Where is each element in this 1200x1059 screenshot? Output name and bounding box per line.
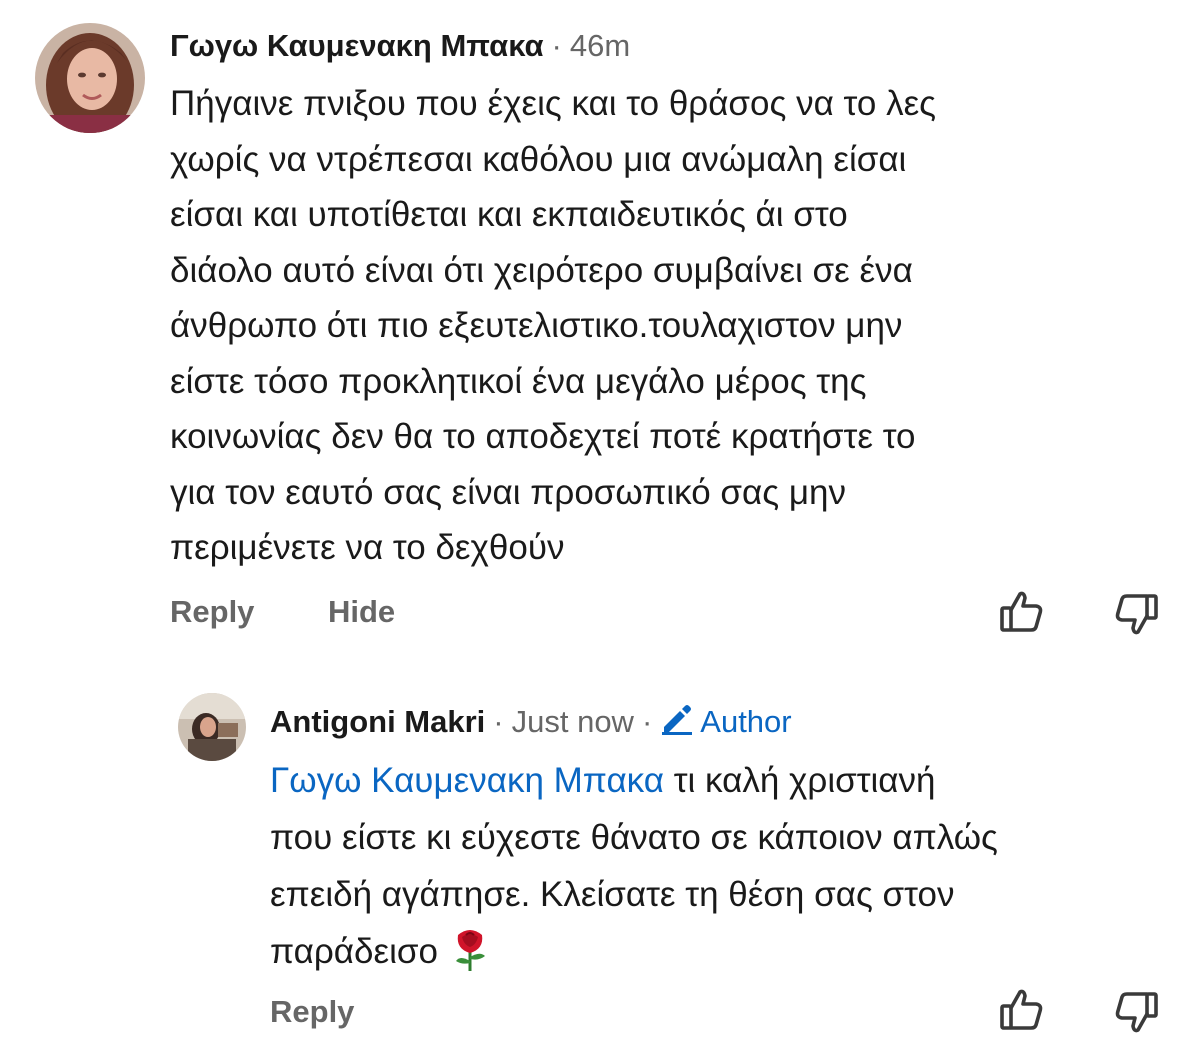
author-name[interactable]: Antigoni Makri [270,704,485,740]
comment-line: Πήγαινε πνιξου που έχεις και το θράσος ν… [170,84,937,123]
thumbs-up-icon[interactable] [998,590,1046,634]
reply-button[interactable]: Reply [170,594,254,630]
reply-text: παράδεισο [270,932,448,971]
separator-dot: · [493,704,504,739]
reply-button[interactable]: Reply [270,994,354,1030]
avatar[interactable] [178,693,246,761]
hide-button[interactable]: Hide [328,594,395,630]
comment-line: κοινωνίας δεν θα το αποδεχτεί ποτέ κρατή… [170,417,916,456]
comment-line: άνθρωπο ότι πιο εξευτελιστικο.τουλαχιστο… [170,306,903,345]
comment-line: διάολο αυτό είναι ότι χειρότερο συμβαίνε… [170,250,913,290]
mention-link[interactable]: Γωγω Καυμενακη Μπακα [270,761,664,800]
comment-line: για τον εαυτό σας είναι προσωπικό σας μη… [170,472,846,512]
author-name[interactable]: Γωγω Καυμενακη Μπακα [170,28,544,64]
rose-icon [448,930,492,971]
comment-header: Γωγω Καυμενακη Μπακα · 46m [170,26,630,66]
reply-text: τι καλή χριστιανή [664,761,936,800]
comment-line: περιμένετε να το δεχθούν [170,528,565,567]
thumbs-up-icon[interactable] [998,988,1046,1032]
reply-line: παράδεισο [270,923,1180,980]
comment-body: Πήγαινε πνιξου που έχεις και το θράσος ν… [170,76,1180,576]
reply-line: επειδή αγάπησε. Κλείσατε τη θέση σας στο… [270,875,955,914]
comment-line: χωρίς να ντρέπεσαι καθόλου μια ανώμαλη ε… [170,139,907,179]
reply-header: Antigoni Makri · Just now · Author [270,702,792,742]
avatar[interactable] [35,23,145,133]
pencil-icon [660,701,700,743]
reply-line: Γωγω Καυμενακη Μπακα τι καλή χριστιανή [270,752,1180,809]
separator-dot: · [551,28,562,63]
thumbs-down-icon[interactable] [1112,592,1160,636]
comment-line: είστε τόσο προκλητικοί ένα μεγάλο μέρος … [170,361,867,401]
separator-dot: · [641,704,653,739]
comment-line: είσαι και υποτίθεται και εκπαιδευτικός ά… [170,195,848,234]
timestamp: Just now [511,704,634,739]
reply-line: που είστε κι εύχεστε θάνατο σε κάποιον α… [270,818,998,857]
thumbs-down-icon[interactable] [1112,990,1160,1034]
comment: Γωγω Καυμενακη Μπακα · 46m Πήγαινε πνιξο… [0,0,1200,660]
author-badge-label: Author [700,704,792,739]
timestamp: 46m [569,28,631,63]
author-badge: Author [660,701,792,743]
reply-comment: Antigoni Makri · Just now · Author Γωγω … [0,680,1200,1059]
reply-body: Γωγω Καυμενακη Μπακα τι καλή χριστιανή π… [270,752,1180,980]
